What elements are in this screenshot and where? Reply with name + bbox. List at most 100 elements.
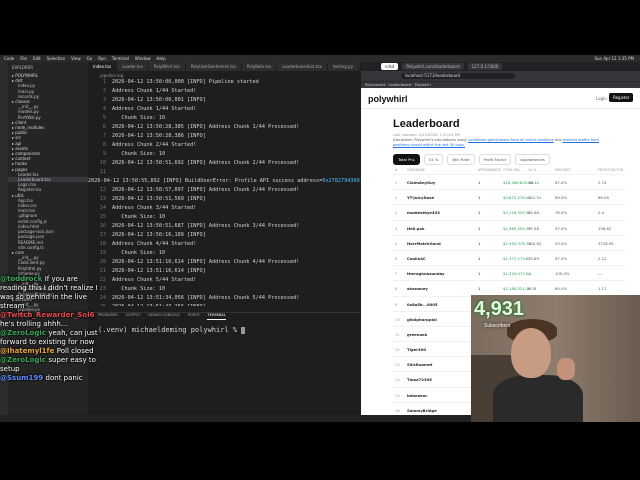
editor-tab[interactable]: LeaderboardList.tsx: [277, 62, 328, 71]
editor-tab[interactable]: PolyUserSentiment.tsx: [186, 62, 242, 71]
column-header[interactable]: PROFIT FACTOR: [598, 168, 623, 172]
username-cell[interactable]: Tmae72395: [407, 377, 432, 382]
disclaimer-prefix: Disclaimer: Polywhirl's calculations usi…: [393, 138, 467, 142]
username-cell[interactable]: glloiphorpplol: [407, 317, 437, 322]
line-text: 2026-04-12 13:50:00,001 [INFO]: [112, 97, 206, 103]
column-header[interactable]: 24 %: [528, 168, 536, 172]
chat-username: @ZeroLogic: [0, 356, 49, 364]
menu-item-go[interactable]: Go: [87, 56, 93, 61]
panel-tab-output[interactable]: OUTPUT: [126, 313, 141, 320]
nav-divider: [361, 108, 640, 109]
disclaimer: Disclaimer: Polywhirl's calculations usi…: [393, 138, 613, 147]
code-area[interactable]: 1 2026-04-12 13:50:00,000 [INFO] Pipeline…: [88, 78, 360, 306]
menu-item-file[interactable]: File: [20, 56, 27, 61]
line-number: 19: [99, 250, 106, 256]
menu-item-edit[interactable]: Edit: [33, 56, 41, 61]
table-row[interactable]: 3 moldestbye433 1 $3,118,320.37 84.98 78.0% 2.…: [393, 204, 625, 219]
column-header[interactable]: APPEARANCES: [478, 168, 501, 172]
editor-tab[interactable]: testing.py: [328, 62, 359, 71]
site-logo[interactable]: polywhirl: [368, 94, 408, 104]
table-row[interactable]: 5 HarrMatchGand 1 $1,593,376.78 100.62 93.0% 3…: [393, 234, 625, 250]
username-cell[interactable]: SammyBridge: [407, 408, 437, 413]
appearances-cell: 1: [478, 240, 481, 246]
line-number: 3: [102, 97, 106, 103]
line-number: 16: [99, 223, 106, 229]
filter-win-rate[interactable]: Win Rate: [447, 154, 475, 165]
subscriber-count: 4,931: [474, 298, 525, 320]
line-text: 2026-04-12 13:50:57,097 [INFO] Address C…: [112, 187, 300, 193]
panel-tab-ports[interactable]: PORTS: [188, 313, 200, 320]
panel-tab-debug-console[interactable]: DEBUG CONSOLE: [148, 313, 179, 320]
filter-total-pnl[interactable]: Total PnL: [393, 154, 420, 165]
username-cell[interactable]: Heil.pxk: [407, 226, 425, 231]
code-line: 2 Address Chunk 1/44 Started!: [88, 87, 360, 96]
table-row[interactable]: 8 ahanoney 1 $1,180,521.49 6.78 65.0% 1.17: [393, 280, 625, 295]
filter-appearances[interactable]: appearances: [515, 154, 550, 165]
line-text: Chunk Size: 10: [112, 214, 166, 220]
rank-cell: 15: [395, 392, 400, 398]
filter-profit-factor[interactable]: Profit Factor: [478, 154, 512, 165]
menu-item-run[interactable]: Run: [98, 56, 106, 61]
menu-item-help[interactable]: Help: [157, 56, 166, 61]
terminal[interactable]: (.venv) michaeldeming polywhirl %: [98, 326, 246, 334]
filter-24-[interactable]: 24 %: [423, 154, 444, 165]
table-row[interactable]: 7 theraghnasunday 1 $1,294,073.09—100.0% —: [393, 265, 625, 280]
username-cell[interactable]: 0x8a5b...0005: [407, 302, 438, 307]
column-header[interactable]: TOTAL PNL: [503, 168, 520, 172]
rank-cell: 9: [395, 301, 398, 307]
table-row[interactable]: 2 YT-JuicyDoze 1 $5,672,276.00 101.31 89.0% 86…: [393, 189, 625, 204]
line-text: Chunk Size: 10: [112, 115, 166, 121]
editor-tab[interactable]: PolyWhirl.tsx: [149, 62, 186, 71]
browser-tab[interactable]: cdsd: [381, 63, 399, 70]
login-link[interactable]: Login: [596, 96, 607, 101]
username-cell[interactable]: SilicRoomet: [407, 362, 432, 367]
username-cell[interactable]: Coolio4C: [407, 256, 426, 261]
menu-item-terminal[interactable]: Terminal: [112, 56, 129, 61]
table-row[interactable]: 6 Coolio4C 1 $1,377,273.67 33.89 97.0% 2.12: [393, 249, 625, 265]
register-button[interactable]: Register: [609, 93, 634, 102]
editor-tab[interactable]: index.tsx: [88, 62, 118, 71]
appearances-cell: 1: [478, 286, 481, 292]
username-cell[interactable]: YT-JuicyDoze: [407, 195, 434, 200]
username-cell[interactable]: moldestbye433: [407, 210, 440, 215]
username-cell[interactable]: bebeaeur: [407, 393, 427, 398]
username-cell[interactable]: ahanoney: [407, 286, 428, 291]
username-cell[interactable]: Tiger300: [407, 347, 426, 352]
line-number: 14: [99, 205, 106, 211]
explorer-title: EXPLORER: [12, 65, 33, 70]
code-line: 13 2026-04-12 13:50:51,569 [INFO]: [88, 195, 360, 204]
menu-item-selection[interactable]: Selection: [47, 56, 65, 61]
profit-factor-cell: 2.12: [598, 255, 607, 261]
panel-tab-terminal[interactable]: TERMINAL: [207, 313, 226, 320]
editor-tab[interactable]: Leader.tsx: [117, 62, 149, 71]
browser-tab[interactable]: Polywhirl.com/leaderboard: [402, 63, 464, 70]
column-header[interactable]: #: [395, 168, 398, 172]
column-header[interactable]: USERNAME: [407, 168, 425, 172]
chat-username: @Ihatemyl1fe: [0, 347, 57, 355]
menu-item-code[interactable]: Code: [4, 56, 14, 61]
username-cell[interactable]: theraghnasunday: [407, 271, 445, 276]
code-line: 5 Chunk Size: 10: [88, 114, 360, 123]
chat-username: @Ssum199: [0, 374, 46, 382]
code-line: 3 2026-04-12 13:50:00,001 [INFO]: [88, 96, 360, 105]
url-field[interactable]: localhost:5173/leaderboard: [401, 73, 515, 79]
rank-cell: 14: [395, 377, 400, 383]
username-cell[interactable]: greenaek: [407, 332, 427, 337]
editor-tab[interactable]: PolyBets.tsx: [242, 62, 278, 71]
terminal-cursor: [241, 326, 246, 334]
rank-cell: 11: [395, 331, 400, 337]
column-header[interactable]: WIN RATE: [555, 168, 570, 172]
chat-text: Poll closed: [56, 347, 94, 355]
browser-tab[interactable]: 127.0.1:5000: [467, 63, 503, 70]
change-cell: 101.31: [528, 195, 542, 201]
table-row[interactable]: 4 Heil.pxk 1 $1,965,500.37 95.58 97.0% 158.82: [393, 219, 625, 235]
menu-item-window[interactable]: Window: [135, 56, 151, 61]
menu-item-view[interactable]: View: [71, 56, 81, 61]
line-number: 20: [99, 259, 106, 265]
username-cell[interactable]: HarrMatchGand: [407, 241, 441, 246]
code-line: 9 Chunk Size: 10: [88, 150, 360, 159]
disclaimer-link-unrealized[interactable]: unrealized gains/losses from all active …: [468, 138, 554, 142]
table-row[interactable]: 1 ClaimAnyGuy 1 $16,266,825.00 46.12 67.0% 2.7…: [393, 174, 625, 189]
username-cell[interactable]: ClaimAnyGuy: [407, 180, 435, 185]
code-line: 252026-04-12 13:51:43,256 [INFO]: [88, 303, 360, 306]
